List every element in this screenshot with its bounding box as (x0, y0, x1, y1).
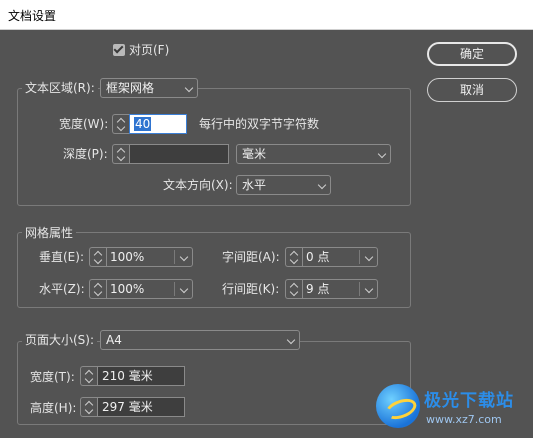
arrow-down-icon (289, 255, 299, 265)
chevron-down-icon (317, 180, 327, 190)
vertical-value: 100% (110, 250, 145, 264)
depth-unit-value: 毫米 (242, 147, 267, 161)
chevron-down-icon (364, 252, 374, 262)
cancel-button[interactable]: 取消 (427, 78, 517, 102)
char-spacing-value: 0 点 (306, 250, 330, 264)
vertical-stepper[interactable] (89, 247, 106, 267)
char-spacing-stepper[interactable] (285, 247, 302, 267)
width-label: 宽度(W): (59, 117, 109, 131)
depth-unit-dropdown[interactable]: 毫米 (236, 144, 391, 164)
vertical-label: 垂直(E): (39, 250, 84, 264)
facing-pages-checkbox[interactable] (113, 44, 125, 56)
page-size-label: 页面大小(S): (22, 331, 98, 349)
width-value: 40 (134, 117, 152, 131)
page-height-stepper[interactable] (80, 397, 97, 417)
chevron-down-icon (179, 284, 189, 294)
chevron-down-icon (184, 83, 194, 93)
arrow-down-icon (93, 255, 103, 265)
horizontal-label: 水平(Z): (39, 282, 85, 296)
line-spacing-combo[interactable]: 9 点 (302, 279, 378, 299)
width-input[interactable]: 40 (129, 114, 187, 134)
text-area-mode-dropdown[interactable]: 框架网格 (100, 78, 198, 98)
ok-button[interactable]: 确定 (427, 42, 517, 66)
text-area-label: 文本区域(R): (22, 79, 98, 97)
page-height-label: 高度(H): (30, 401, 77, 415)
chevron-down-icon (364, 284, 374, 294)
watermark-text: 极光下载站 (424, 391, 514, 411)
direction-value: 水平 (242, 178, 267, 192)
arrow-down-icon (84, 405, 94, 415)
horizontal-value: 100% (110, 282, 145, 296)
page-width-label: 宽度(T): (30, 370, 75, 384)
line-spacing-label: 行间距(K): (222, 282, 280, 296)
depth-input[interactable] (129, 144, 229, 164)
page-size-dropdown[interactable]: A4 (100, 330, 300, 350)
horizontal-combo[interactable]: 100% (106, 279, 193, 299)
line-spacing-stepper[interactable] (285, 279, 302, 299)
chevron-down-icon (286, 335, 296, 345)
horizontal-stepper[interactable] (89, 279, 106, 299)
vertical-combo[interactable]: 100% (106, 247, 193, 267)
width-stepper[interactable] (112, 114, 129, 134)
title-bar: 文档设置 (0, 0, 533, 30)
facing-pages-label: 对页(F) (129, 43, 170, 57)
depth-stepper[interactable] (112, 144, 129, 164)
page-width-input[interactable]: 210 毫米 (97, 366, 185, 386)
window-title: 文档设置 (8, 9, 57, 23)
char-spacing-label: 字间距(A): (222, 250, 280, 264)
page-height-input[interactable]: 297 毫米 (97, 397, 185, 417)
depth-label: 深度(P): (63, 147, 108, 161)
watermark-logo-icon (376, 384, 420, 428)
page-width-stepper[interactable] (80, 366, 97, 386)
grid-properties-title: 网格属性 (22, 224, 77, 242)
direction-label: 文本方向(X): (163, 178, 233, 192)
page-size-value: A4 (106, 333, 122, 347)
text-area-mode-value: 框架网格 (106, 81, 155, 95)
width-hint: 每行中的双字节字符数 (199, 117, 320, 131)
chevron-down-icon (377, 149, 387, 159)
arrow-down-icon (289, 287, 299, 297)
watermark-url: www.xz7.com (426, 413, 502, 426)
arrow-down-icon (116, 122, 126, 132)
arrow-down-icon (93, 287, 103, 297)
arrow-down-icon (84, 374, 94, 384)
arrow-down-icon (116, 152, 126, 162)
chevron-down-icon (179, 252, 189, 262)
line-spacing-value: 9 点 (306, 282, 330, 296)
char-spacing-combo[interactable]: 0 点 (302, 247, 378, 267)
watermark: 极光下载站 www.xz7.com (372, 382, 533, 438)
direction-dropdown[interactable]: 水平 (236, 175, 331, 195)
